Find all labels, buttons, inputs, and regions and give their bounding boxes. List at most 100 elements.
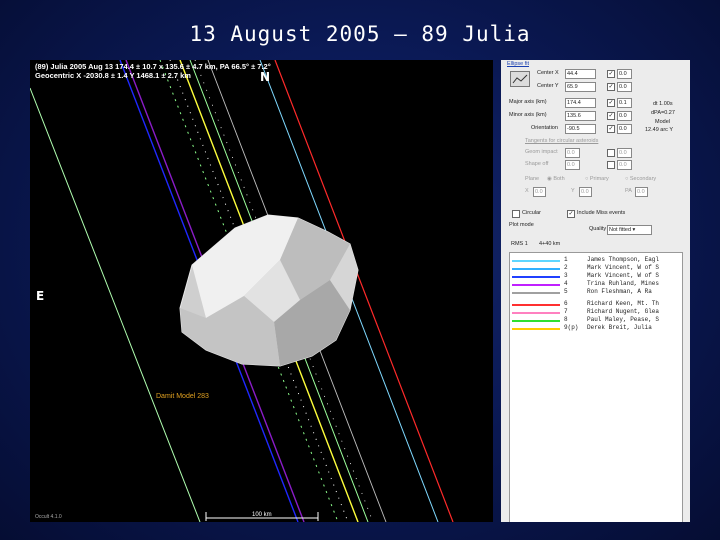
compass-north: N bbox=[260, 70, 271, 84]
panel-title: Ellipse fit bbox=[507, 61, 530, 67]
minor-axis-step[interactable]: 0.0 bbox=[617, 111, 632, 121]
observer-name: James Thompson, Eagl bbox=[587, 256, 660, 263]
axis-row-x-label: X bbox=[525, 188, 529, 194]
observer-row[interactable]: 9(p) Derek Breit, Julia bbox=[510, 324, 682, 332]
observer-row[interactable]: 3 Mark Vincent, W of S bbox=[510, 272, 682, 280]
observer-row[interactable]: 5 Ron Fleshman, A Ra bbox=[510, 288, 682, 296]
side-note-2: dPA=0.27 bbox=[651, 110, 675, 116]
observer-name: Trina Ruhland, Mines bbox=[587, 280, 660, 287]
observer-swatch bbox=[512, 292, 560, 294]
observer-row[interactable]: 7 Richard Nugent, Glea bbox=[510, 308, 682, 316]
shape-off-input[interactable]: 0.0 bbox=[565, 160, 580, 170]
radio-both[interactable]: ◉ Both bbox=[547, 176, 565, 182]
major-axis-label: Major axis (km) bbox=[509, 99, 547, 105]
major-axis-step[interactable]: 0.1 bbox=[617, 98, 632, 108]
geom-impact-label: Geom impact bbox=[525, 149, 558, 155]
observer-swatch bbox=[512, 276, 560, 278]
observer-number: 3 bbox=[564, 272, 568, 279]
axis-row-x-input[interactable]: 0.0 bbox=[533, 187, 546, 197]
observer-swatch bbox=[512, 304, 560, 306]
minor-axis-input[interactable]: 135.6 bbox=[565, 111, 596, 121]
observer-swatch bbox=[512, 320, 560, 322]
center-y-checkbox[interactable]: ✓ bbox=[607, 83, 615, 91]
model-label: Damit Model 283 bbox=[156, 393, 209, 400]
circular-checkbox[interactable] bbox=[512, 210, 520, 218]
observer-number: 1 bbox=[564, 256, 568, 263]
orientation-label: Orientation bbox=[531, 125, 558, 131]
faded-heading: Tangents for circular asteroids bbox=[525, 138, 599, 144]
major-axis-input[interactable]: 174.4 bbox=[565, 98, 596, 108]
observer-swatch bbox=[512, 284, 560, 286]
observer-row[interactable]: 2 Mark Vincent, W of S bbox=[510, 264, 682, 272]
observer-row[interactable]: 8 Paul Maley, Pease, S bbox=[510, 316, 682, 324]
geom-impact-input[interactable]: 0.0 bbox=[565, 148, 580, 158]
side-note-3: Model bbox=[655, 119, 670, 125]
observer-swatch bbox=[512, 328, 560, 330]
slide-title: 13 August 2005 – 89 Julia bbox=[189, 22, 531, 46]
observer-number: 9(p) bbox=[564, 324, 579, 331]
axis-row-y-label: Y bbox=[571, 188, 575, 194]
rms-label: RMS 1 bbox=[511, 241, 528, 247]
plot-header-line2: Geocentric X -2030.8 ± 1.4 Y 1468.1 ± 2.… bbox=[35, 71, 191, 80]
observer-name: Mark Vincent, W of S bbox=[587, 264, 660, 271]
center-x-step[interactable]: 0.0 bbox=[617, 69, 632, 79]
observer-number: 8 bbox=[564, 316, 568, 323]
observer-row[interactable]: 6 Richard Keen, Mt. Th bbox=[510, 300, 682, 308]
observer-row[interactable]: 4 Trina Ruhland, Mines bbox=[510, 280, 682, 288]
orientation-checkbox[interactable]: ✓ bbox=[607, 125, 615, 133]
asteroid-shape bbox=[179, 214, 359, 367]
graph-icon[interactable] bbox=[510, 71, 530, 87]
chord-line bbox=[30, 87, 201, 522]
observer-name: Derek Breit, Julia bbox=[587, 324, 652, 331]
observer-number: 6 bbox=[564, 300, 568, 307]
rms-value: 4+40 km bbox=[539, 241, 561, 247]
quality-label: Quality bbox=[589, 226, 607, 232]
corner-label: Occult 4.1.0 bbox=[35, 514, 62, 520]
occultation-plot: (89) Julia 2005 Aug 13 174.4 ± 10.7 x 13… bbox=[30, 60, 493, 522]
geom-impact-checkbox[interactable] bbox=[607, 149, 615, 157]
observer-name: Paul Maley, Pease, S bbox=[587, 316, 660, 323]
plane-label: Plane bbox=[525, 176, 540, 182]
include-miss-label: Include Miss events bbox=[577, 210, 626, 216]
center-x-input[interactable]: 44.4 bbox=[565, 69, 596, 79]
major-axis-checkbox[interactable]: ✓ bbox=[607, 99, 615, 107]
circular-label: Circular bbox=[522, 210, 541, 216]
observer-name: Ron Fleshman, A Ra bbox=[587, 288, 652, 295]
quality-value: Not fitted bbox=[609, 227, 632, 233]
minor-axis-checkbox[interactable]: ✓ bbox=[607, 112, 615, 120]
observer-swatch bbox=[512, 268, 560, 270]
observer-number: 5 bbox=[564, 288, 568, 295]
observer-name: Richard Nugent, Glea bbox=[587, 308, 660, 315]
radio-primary-label: Primary bbox=[589, 176, 609, 182]
side-note-1: dt 1.00s bbox=[653, 101, 673, 107]
minor-axis-label: Minor axis (km) bbox=[509, 112, 547, 118]
radio-both-label: Both bbox=[553, 176, 565, 182]
plot-mode-label: Plot mode bbox=[509, 222, 534, 228]
orientation-step[interactable]: 0.0 bbox=[617, 124, 632, 134]
shape-off-checkbox[interactable] bbox=[607, 161, 615, 169]
observer-list[interactable]: 1 James Thompson, Eagl 2 Mark Vincent, W… bbox=[509, 252, 683, 522]
center-x-checkbox[interactable]: ✓ bbox=[607, 70, 615, 78]
center-y-step[interactable]: 0.0 bbox=[617, 82, 632, 92]
observer-swatch bbox=[512, 312, 560, 314]
scale-label: 100 km bbox=[252, 512, 272, 518]
axis-row-pa-input[interactable]: 0.0 bbox=[635, 187, 648, 197]
orientation-input[interactable]: -90.5 bbox=[565, 124, 596, 134]
observer-name: Richard Keen, Mt. Th bbox=[587, 300, 660, 307]
observer-number: 2 bbox=[564, 264, 568, 271]
center-y-input[interactable]: 65.9 bbox=[565, 82, 596, 92]
include-miss-checkbox[interactable]: ✓ bbox=[567, 210, 575, 218]
quality-select[interactable]: Not fitted ▾ bbox=[607, 225, 652, 235]
shape-off-step[interactable]: 0.0 bbox=[617, 160, 632, 170]
center-x-label: Center X bbox=[537, 70, 559, 76]
observer-number: 4 bbox=[564, 280, 568, 287]
axis-row-y-input[interactable]: 0.0 bbox=[579, 187, 592, 197]
center-y-label: Center Y bbox=[537, 83, 559, 89]
observer-row[interactable]: 1 James Thompson, Eagl bbox=[510, 256, 682, 264]
radio-primary[interactable]: ○ Primary bbox=[585, 176, 609, 182]
radio-secondary[interactable]: ○ Secondary bbox=[625, 176, 656, 182]
observer-name: Mark Vincent, W of S bbox=[587, 272, 660, 279]
plot-canvas bbox=[30, 60, 454, 522]
observer-swatch bbox=[512, 260, 560, 262]
geom-impact-step[interactable]: 0.0 bbox=[617, 148, 632, 158]
